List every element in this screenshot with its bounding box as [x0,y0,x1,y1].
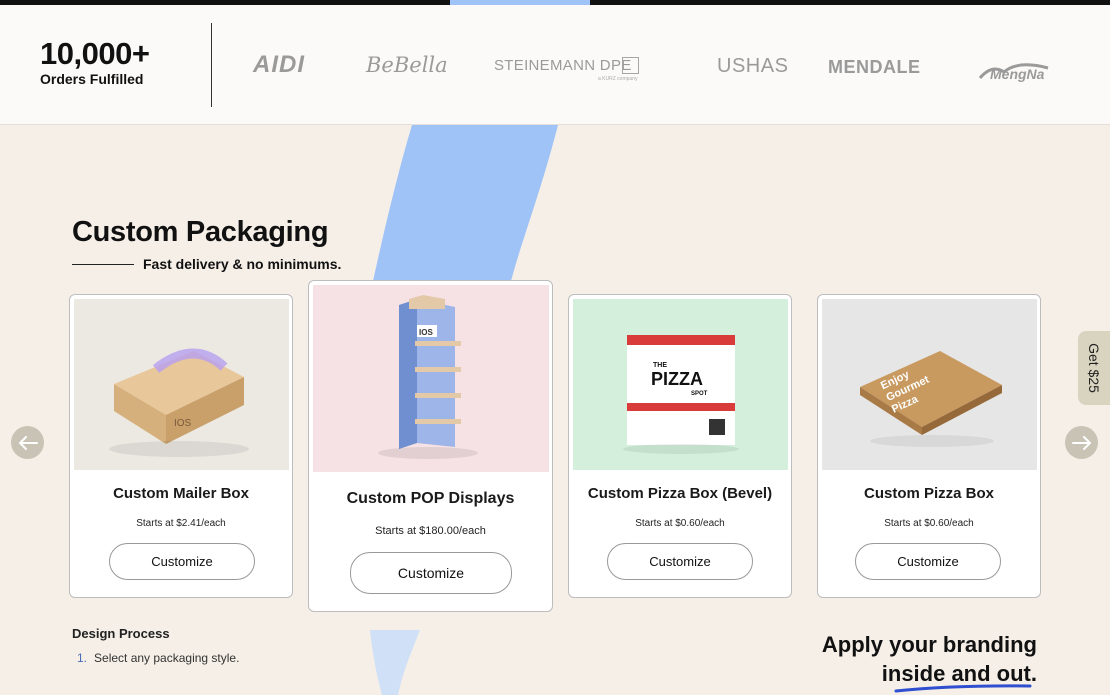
product-price: Starts at $0.60/each [884,518,974,529]
carousel-prev-button[interactable] [11,426,44,459]
orders-count: 10,000+ [40,36,150,71]
process-step-text: Select any packaging style. [94,651,240,665]
product-price: Starts at $0.60/each [635,518,725,529]
stat-divider [211,23,212,107]
product-card-pop-displays[interactable]: IOS Custom POP Displays Starts at $180.0… [308,280,553,612]
logo-steinemann: STEINEMANN DPE [494,57,632,74]
section-title: Custom Packaging [72,216,329,248]
orders-label: Orders Fulfilled [40,71,144,87]
logo-mengna: MengNa [990,66,1045,82]
product-card-pizza-box[interactable]: Enjoy Gourmet Pizza Custom Pizza Box Sta… [817,294,1041,598]
product-price: Starts at $180.00/each [375,525,486,537]
title-rule [72,264,134,265]
orders-stat: 10,000+ Orders Fulfilled [40,36,150,88]
svg-text:PIZZA: PIZZA [651,369,703,389]
customize-button-pizza-box[interactable]: Customize [855,543,1001,580]
brand-underline [894,684,1032,693]
svg-text:IOS: IOS [174,418,192,429]
product-image-pizza-box-bevel[interactable]: THE PIZZA SPOT [573,299,788,470]
logo-aidi: AIDI [253,51,305,78]
promo-tab-label: Get $25 [1086,343,1102,393]
branding-line-1: Apply your branding [821,632,1037,657]
section-subtitle: Fast delivery & no minimums. [143,256,342,272]
customize-button-mailer-box[interactable]: Customize [109,543,255,580]
customize-button-pizza-box-bevel[interactable]: Customize [607,543,753,580]
svg-text:THE: THE [653,362,667,369]
customize-button-pop-displays[interactable]: Customize [350,552,512,594]
promo-tab[interactable]: Get $25 [1078,331,1110,405]
arrow-left-icon [18,435,38,450]
product-image-mailer-box[interactable]: IOS [74,299,289,470]
product-name: Custom Pizza Box (Bevel) [587,485,773,502]
arrow-right-icon [1071,435,1091,450]
process-step: 1. Select any packaging style. [77,651,239,665]
branding-headline: Apply your branding inside and out. [822,630,1037,688]
product-image-pop-displays[interactable]: IOS [313,285,549,472]
product-name: Custom POP Displays [346,490,515,507]
logo-ushas: USHAS [717,55,789,77]
steinemann-mark-icon [622,57,639,74]
logo-steinemann-sub: a KURZ company [598,76,638,82]
product-name: Custom Mailer Box [113,485,249,502]
product-card-pizza-box-bevel[interactable]: THE PIZZA SPOT Custom Pizza Box (Bevel) … [568,294,792,598]
product-price: Starts at $2.41/each [136,518,226,529]
product-card-mailer-box[interactable]: IOS Custom Mailer Box Starts at $2.41/ea… [69,294,293,598]
svg-text:SPOT: SPOT [691,391,708,397]
carousel-next-button[interactable] [1065,426,1098,459]
svg-text:IOS: IOS [419,328,433,337]
product-name: Custom Pizza Box [863,485,995,502]
process-step-number: 1. [77,651,88,665]
product-image-pizza-box[interactable]: Enjoy Gourmet Pizza [822,299,1037,470]
process-title: Design Process [72,626,170,641]
logo-bebella: BeBella [366,53,448,77]
logo-mendale: MENDALE [828,57,921,77]
logos-band: 10,000+ Orders Fulfilled AIDI BeBella ST… [0,5,1110,125]
